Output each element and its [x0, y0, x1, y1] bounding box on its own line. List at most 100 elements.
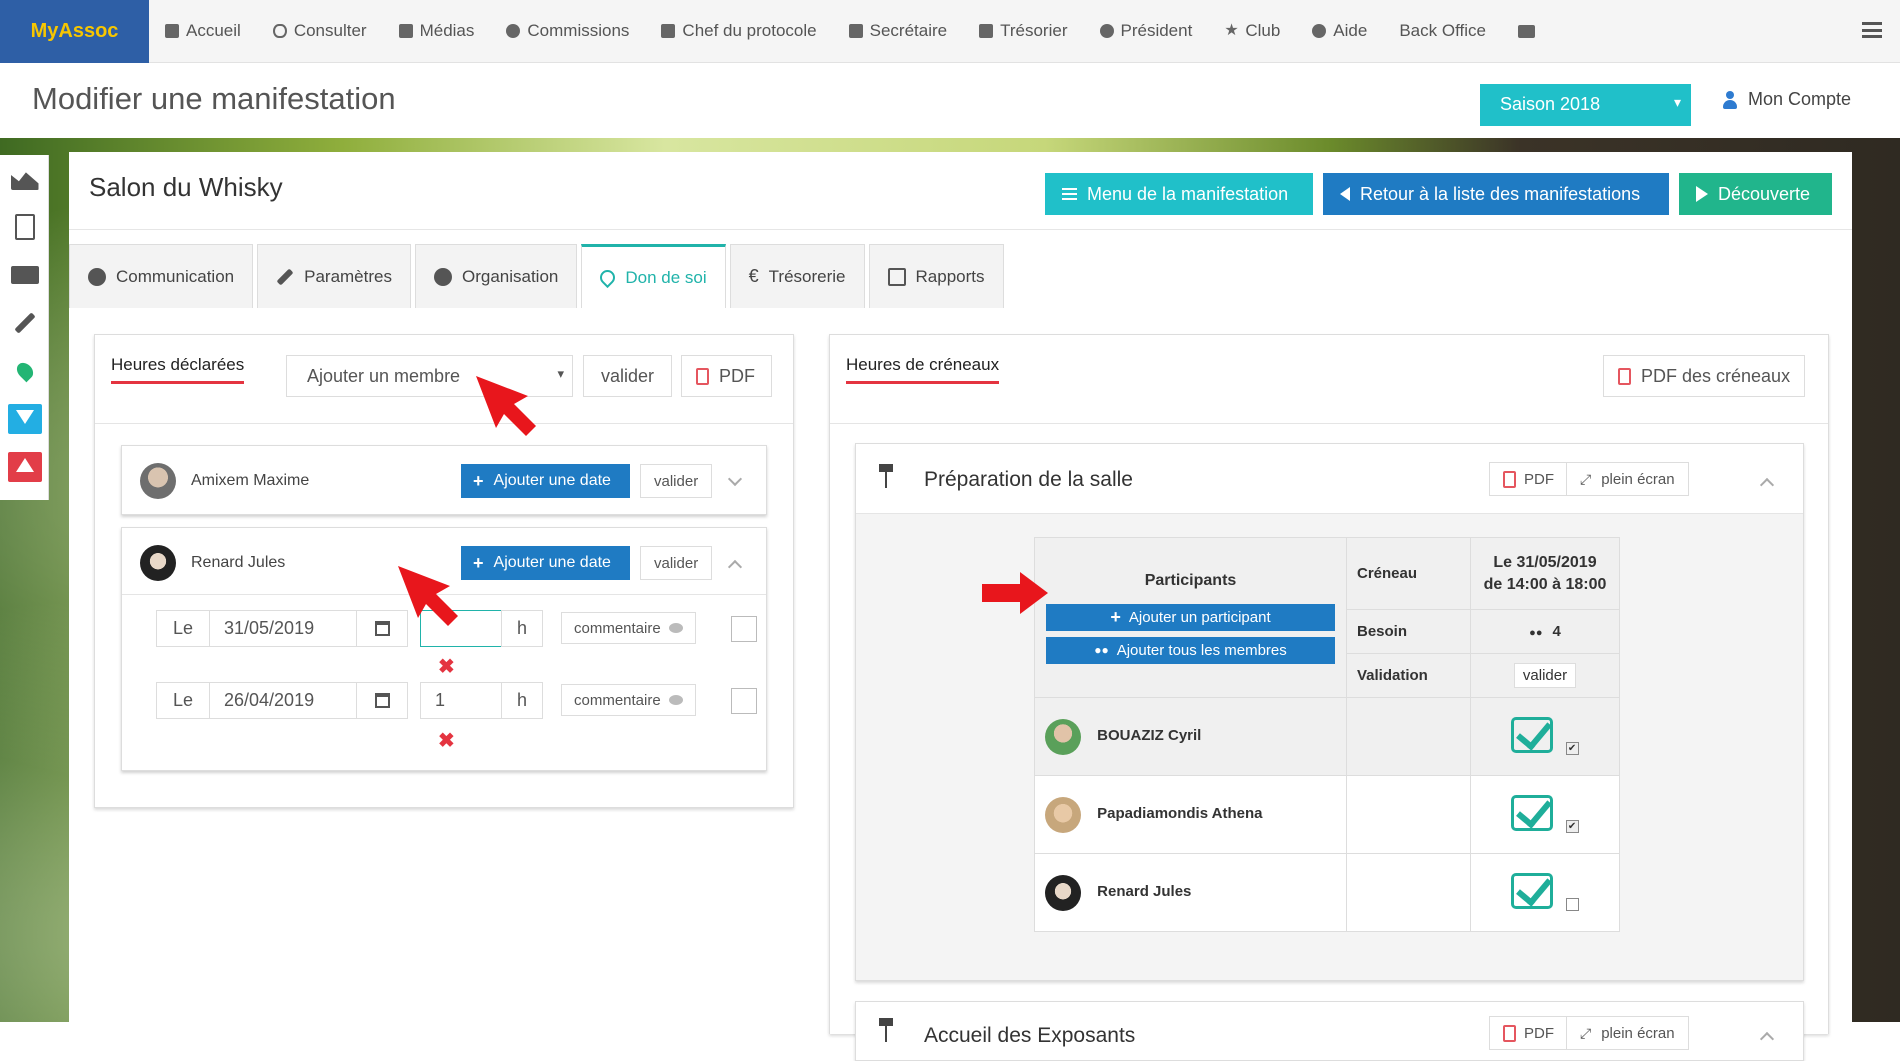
document-icon: [14, 214, 35, 240]
tab-communication[interactable]: Communication: [69, 244, 254, 308]
pdf-icon: [1503, 470, 1516, 488]
participants-cell: Participants + Ajouter un participant ●● A…: [1034, 537, 1347, 698]
nav-commissions[interactable]: Commissions: [490, 0, 645, 63]
add-all-members-button[interactable]: ●● Ajouter tous les membres: [1046, 636, 1335, 664]
chevron-down-icon[interactable]: [727, 471, 743, 487]
participant-name: BOUAZIZ Cyril: [1097, 727, 1202, 745]
date-input[interactable]: 26/04/2019: [209, 682, 357, 719]
sidebar-wrench[interactable]: [0, 299, 49, 347]
validation-button[interactable]: valider: [1513, 663, 1577, 688]
pdf-button[interactable]: PDF: [681, 355, 772, 397]
nav-president[interactable]: Président: [1084, 0, 1209, 63]
back-to-list-button[interactable]: Retour à la liste des manifestations: [1323, 173, 1669, 215]
nav-tresorier[interactable]: Trésorier: [963, 0, 1083, 63]
brand-logo[interactable]: MyAssoc: [0, 0, 149, 63]
fullscreen-button[interactable]: ⤢ plein écran: [1566, 462, 1689, 496]
discover-button[interactable]: Découverte: [1679, 173, 1832, 215]
add-participant-button[interactable]: + Ajouter un participant: [1046, 603, 1335, 631]
nav-chef-protocole[interactable]: Chef du protocole: [645, 0, 832, 63]
chevron-up-icon[interactable]: [1759, 1031, 1775, 1047]
nav-back-office[interactable]: Back Office: [1383, 0, 1502, 63]
tab-content: Heures déclarées Ajouter un membre valid…: [69, 308, 1852, 1061]
avatar: [1045, 874, 1081, 911]
tab-organisation[interactable]: Organisation: [414, 244, 578, 308]
avatar: [140, 545, 176, 581]
validate-button[interactable]: valider: [640, 464, 713, 498]
sidebar-upload[interactable]: [0, 443, 49, 491]
divider: [830, 423, 1828, 424]
remove-icon[interactable]: ✖: [438, 728, 455, 753]
file-icon: [398, 24, 413, 38]
comment-button[interactable]: commentaire: [561, 612, 696, 644]
sidebar-location[interactable]: [0, 347, 49, 395]
participant-checkbox[interactable]: [1565, 898, 1579, 912]
table-row: BOUAZIZ Cyril ✔: [1034, 697, 1620, 776]
hours-input[interactable]: 1: [420, 682, 502, 719]
validate-button[interactable]: valider: [640, 546, 713, 580]
validate-member-button[interactable]: valider: [583, 355, 672, 397]
entry-checkbox[interactable]: [731, 688, 757, 714]
event-title: Salon du Whisky: [89, 172, 283, 202]
member-panel: Amixem Maxime + Ajouter une date valider: [121, 445, 767, 515]
top-navbar: MyAssoc Accueil Consulter Médias Commiss…: [0, 0, 1900, 63]
calendar-icon: [374, 621, 390, 636]
sidebar-document[interactable]: [0, 203, 49, 251]
menu-toggle-icon[interactable]: [1862, 22, 1882, 38]
euro-icon: €: [748, 266, 759, 286]
validated-check-icon: [1511, 716, 1554, 753]
declared-hours-title: Heures déclarées: [111, 355, 245, 384]
pdf-icon: [696, 367, 709, 385]
divider: [95, 423, 793, 424]
sidebar-money[interactable]: [0, 251, 49, 299]
nav-club[interactable]: ★ Club: [1208, 0, 1296, 63]
tab-don-de-soi[interactable]: Don de soi: [581, 244, 726, 308]
season-select[interactable]: Saison 2018: [1480, 84, 1691, 126]
add-date-button[interactable]: + Ajouter une date: [461, 464, 630, 498]
eye-icon: [272, 24, 287, 38]
le-label: Le: [156, 682, 210, 719]
slot-section-title: Accueil des Exposants: [924, 1024, 1136, 1047]
nav-secretaire[interactable]: Secrétaire: [833, 0, 963, 63]
entry-checkbox[interactable]: [731, 616, 757, 642]
fullscreen-button[interactable]: ⤢ plein écran: [1566, 1016, 1689, 1050]
event-menu-button[interactable]: Menu de la manifestation: [1045, 173, 1313, 215]
avatar: [1045, 718, 1081, 755]
nav-mail[interactable]: [1502, 0, 1551, 63]
participant-checkbox[interactable]: ✔: [1565, 742, 1579, 756]
add-date-button[interactable]: + Ajouter une date: [461, 546, 630, 580]
tab-parametres[interactable]: Paramètres: [257, 244, 411, 308]
account-menu[interactable]: Mon Compte: [1722, 89, 1851, 110]
area-chart-icon: [10, 172, 39, 190]
sidebar-download[interactable]: [0, 395, 49, 443]
chevron-up-icon[interactable]: [727, 559, 743, 575]
nav-medias[interactable]: Médias: [383, 0, 491, 63]
table-row: Renard Jules: [1034, 853, 1620, 932]
date-input[interactable]: 31/05/2019: [209, 610, 357, 647]
avatar: [1045, 796, 1081, 833]
arrow-down-icon: [7, 404, 42, 434]
validated-check-icon: [1511, 872, 1554, 909]
nav-consulter[interactable]: Consulter: [257, 0, 383, 63]
validated-check-icon: [1511, 794, 1554, 831]
comment-icon: [668, 695, 683, 705]
nav-accueil[interactable]: Accueil: [149, 0, 257, 63]
pdf-slots-button[interactable]: PDF des créneaux: [1603, 355, 1806, 397]
plus-icon: +: [1110, 606, 1121, 627]
annotation-arrow-icon: [982, 572, 1048, 614]
comment-button[interactable]: commentaire: [561, 684, 696, 716]
slot-hours-title: Heures de créneaux: [846, 355, 1000, 384]
sidebar-chart[interactable]: [0, 155, 49, 203]
tab-rapports[interactable]: Rapports: [868, 244, 1004, 308]
slot-pdf-button[interactable]: PDF: [1489, 1016, 1568, 1050]
participant-checkbox[interactable]: ✔: [1565, 820, 1579, 834]
money-icon: [10, 266, 39, 284]
nav-aide[interactable]: Aide: [1296, 0, 1383, 63]
calendar-button[interactable]: [356, 682, 408, 719]
remove-icon[interactable]: ✖: [438, 654, 455, 679]
user-icon: [1722, 90, 1738, 109]
pdf-icon: [1503, 1024, 1516, 1042]
slot-pdf-button[interactable]: PDF: [1489, 462, 1568, 496]
map-marker-icon: [13, 359, 36, 383]
tab-tresorerie[interactable]: € Trésorerie: [729, 244, 865, 308]
le-label: Le: [156, 610, 210, 647]
